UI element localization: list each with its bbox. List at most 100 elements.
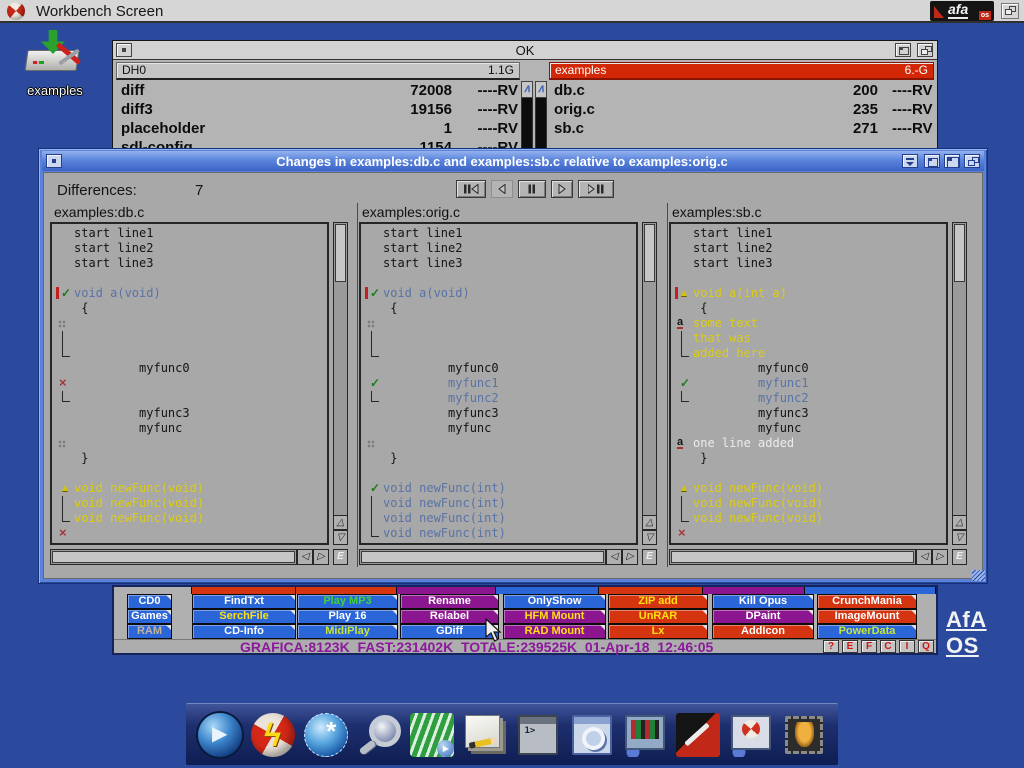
code-view[interactable]: start line1start line2start line3▲void a… bbox=[669, 222, 948, 545]
scroll-up-icon[interactable] bbox=[535, 81, 547, 98]
toolbar-button-onlyshow[interactable]: OnlyShow bbox=[503, 594, 606, 609]
status-button-q[interactable]: Q bbox=[918, 640, 934, 653]
scrollbar-thumb[interactable] bbox=[52, 551, 295, 563]
code-view[interactable]: start line1start line2start line3✓void a… bbox=[359, 222, 638, 545]
scroll-left-icon[interactable] bbox=[297, 549, 313, 565]
workbench-monitor-icon[interactable] bbox=[729, 713, 773, 757]
scroll-down-icon[interactable] bbox=[333, 530, 348, 545]
toolbar-button-serchfile[interactable]: SerchFile bbox=[192, 609, 296, 624]
file-row[interactable]: diff72008----RV bbox=[116, 81, 520, 100]
shell-icon[interactable] bbox=[516, 713, 560, 757]
toolbar-button-play-mp3[interactable]: Play MP3 bbox=[297, 594, 398, 609]
depth-gadget[interactable] bbox=[917, 43, 933, 57]
scroll-up-icon[interactable] bbox=[333, 515, 348, 530]
scrollbar-thumb[interactable] bbox=[671, 551, 914, 563]
screen-depth-gadget[interactable] bbox=[1001, 3, 1019, 19]
monitor-settings-icon[interactable] bbox=[623, 713, 667, 757]
toolbar-button-kill-opus[interactable]: Kill Opus bbox=[712, 594, 814, 609]
file-row[interactable]: orig.c235----RV bbox=[549, 100, 934, 119]
scroll-down-icon[interactable] bbox=[642, 530, 657, 545]
zoom-gadget[interactable] bbox=[944, 154, 960, 168]
resize-gadget[interactable] bbox=[972, 570, 985, 581]
first-diff-button[interactable] bbox=[456, 180, 486, 198]
scroll-up-icon[interactable] bbox=[952, 515, 967, 530]
file-row[interactable]: sb.c271----RV bbox=[549, 119, 934, 138]
toolbar-button-rename[interactable]: Rename bbox=[400, 594, 499, 609]
diff-line: start line3 bbox=[54, 256, 327, 271]
zoom-gadget[interactable] bbox=[895, 43, 911, 57]
toolbar-button-cd0[interactable]: CD0 bbox=[127, 594, 172, 609]
toolbar-button-rad-mount[interactable]: RAD Mount bbox=[503, 624, 606, 639]
status-button-c[interactable]: C bbox=[880, 640, 896, 653]
vertical-scrollbar[interactable] bbox=[642, 222, 657, 545]
bartri-marker: ▲ bbox=[673, 286, 693, 301]
toolbar-button-findtxt[interactable]: FindTxt bbox=[192, 594, 296, 609]
toolbar-button-zip-add[interactable]: ZIP add bbox=[608, 594, 708, 609]
file-row[interactable]: diff319156----RV bbox=[116, 100, 520, 119]
examples-drawer-icon[interactable]: examples bbox=[12, 30, 98, 100]
toolbar-button-cd-info[interactable]: CD-Info bbox=[192, 624, 296, 639]
status-button-?[interactable]: ? bbox=[823, 640, 839, 653]
media-player-icon[interactable] bbox=[198, 713, 242, 757]
screen-title-bar[interactable]: Workbench Screen afa os bbox=[0, 0, 1024, 23]
toolbar-button-play-16[interactable]: Play 16 bbox=[297, 609, 398, 624]
boing-lightning-icon[interactable] bbox=[251, 713, 295, 757]
diff-window-titlebar[interactable]: Changes in examples:db.c and examples:sb… bbox=[42, 151, 984, 171]
horizontal-scrollbar[interactable] bbox=[50, 549, 297, 565]
status-button-e[interactable]: E bbox=[842, 640, 858, 653]
status-button-i[interactable]: I bbox=[899, 640, 915, 653]
left-pane-header[interactable]: DH0 1.1G bbox=[116, 62, 520, 80]
toolbar-button-hfm-mount[interactable]: HFM Mount bbox=[503, 609, 606, 624]
scrollbar-thumb[interactable] bbox=[954, 224, 965, 282]
scroll-left-icon[interactable] bbox=[916, 549, 932, 565]
horizontal-scrollbar[interactable] bbox=[359, 549, 606, 565]
toolbar-button-ram[interactable]: RAM bbox=[127, 624, 172, 639]
toolbar-button-addicon[interactable]: AddIcon bbox=[712, 624, 814, 639]
toolbar-button-unrar[interactable]: UnRAR bbox=[608, 609, 708, 624]
vertical-scrollbar[interactable] bbox=[952, 222, 967, 545]
globe-icon[interactable] bbox=[304, 713, 348, 757]
edit-button[interactable]: E bbox=[952, 549, 967, 565]
prev-diff-button[interactable] bbox=[491, 180, 513, 198]
edit-button[interactable]: E bbox=[333, 549, 348, 565]
file-window-titlebar[interactable]: OK bbox=[113, 41, 937, 60]
scroll-right-icon[interactable] bbox=[313, 549, 329, 565]
scroll-down-icon[interactable] bbox=[952, 530, 967, 545]
toolbar-button-lx[interactable]: Lx bbox=[608, 624, 708, 639]
toolbar-button-midiplay[interactable]: MidiPlay bbox=[297, 624, 398, 639]
last-diff-button[interactable] bbox=[578, 180, 614, 198]
horizontal-scrollbar[interactable] bbox=[669, 549, 916, 565]
magnifier-icon[interactable] bbox=[357, 713, 401, 757]
edit-button[interactable]: E bbox=[642, 549, 657, 565]
current-diff-button[interactable] bbox=[518, 180, 546, 198]
close-gadget[interactable] bbox=[46, 154, 62, 168]
toolbar-button-games[interactable]: Games bbox=[127, 609, 172, 624]
scrollbar-thumb[interactable] bbox=[361, 551, 604, 563]
zoom-small-gadget[interactable] bbox=[924, 154, 940, 168]
scroll-right-icon[interactable] bbox=[932, 549, 948, 565]
file-row[interactable]: placeholder1----RV bbox=[116, 119, 520, 138]
vertical-scrollbar[interactable] bbox=[333, 222, 348, 545]
file-row[interactable]: db.c200----RV bbox=[549, 81, 934, 100]
depth-gadget[interactable] bbox=[964, 154, 980, 168]
notepad-icon[interactable] bbox=[463, 713, 507, 757]
scroll-up-icon[interactable] bbox=[521, 81, 533, 98]
toolbar-button-imagemount[interactable]: ImageMount bbox=[817, 609, 917, 624]
striped-play-icon[interactable] bbox=[410, 713, 454, 757]
search-window-icon[interactable] bbox=[570, 713, 614, 757]
toolbar-button-dpaint[interactable]: DPaint bbox=[712, 609, 814, 624]
memory-chip-icon[interactable] bbox=[782, 713, 826, 757]
scrollbar-thumb[interactable] bbox=[335, 224, 346, 282]
toolbar-button-powerdata[interactable]: PowerData bbox=[817, 624, 917, 639]
status-button-f[interactable]: F bbox=[861, 640, 877, 653]
code-view[interactable]: start line1start line2start line3✓void a… bbox=[50, 222, 329, 545]
right-pane-header[interactable]: examples 6.-G bbox=[549, 62, 934, 80]
scrollbar-thumb[interactable] bbox=[644, 224, 655, 282]
scroll-right-icon[interactable] bbox=[622, 549, 638, 565]
scroll-left-icon[interactable] bbox=[606, 549, 622, 565]
iconify-gadget[interactable] bbox=[902, 154, 918, 168]
paint-bird-icon[interactable] bbox=[676, 713, 720, 757]
scroll-up-icon[interactable] bbox=[642, 515, 657, 530]
toolbar-button-crunchmania[interactable]: CrunchMania bbox=[817, 594, 917, 609]
next-diff-button[interactable] bbox=[551, 180, 573, 198]
